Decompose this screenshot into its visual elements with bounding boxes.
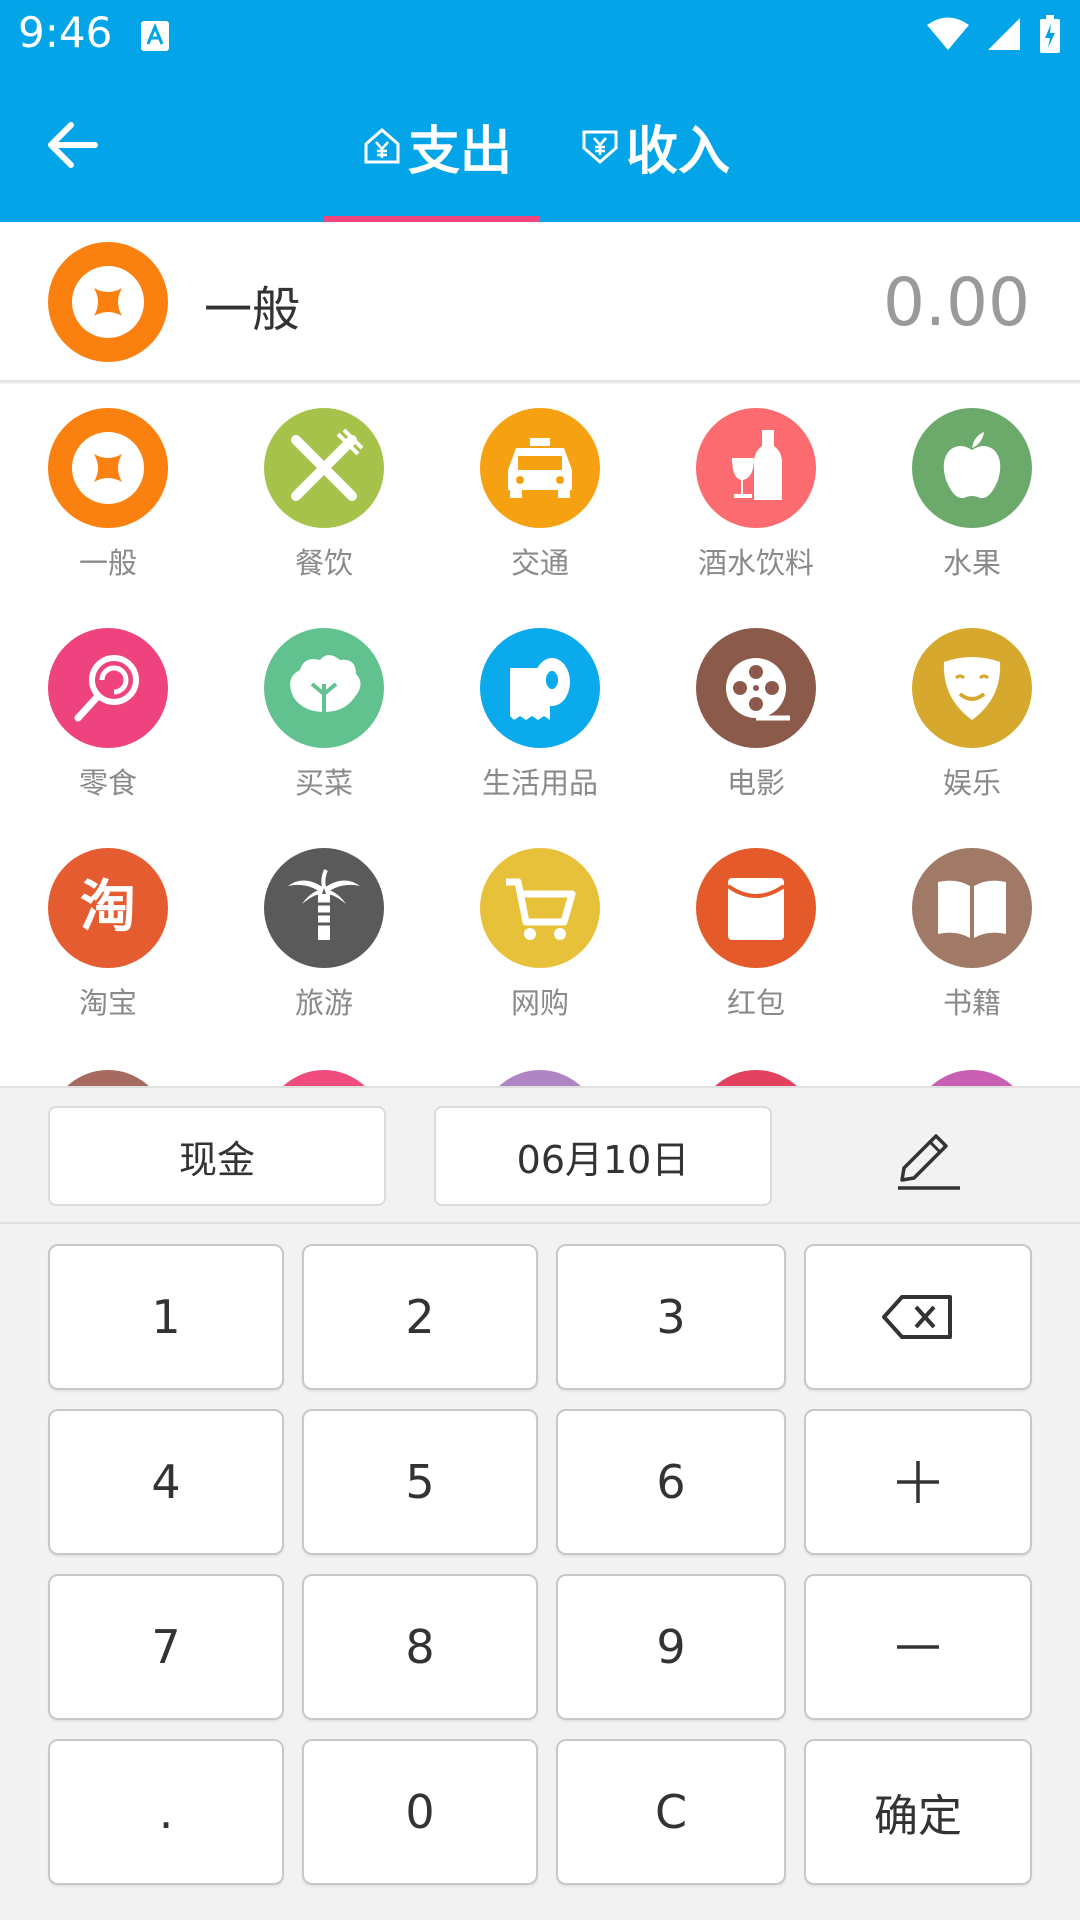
category-label: 淘宝 [78, 986, 137, 1020]
taobao-icon: 淘 [48, 848, 168, 968]
yen-tag-icon [582, 130, 618, 164]
category-item[interactable]: 买菜 [216, 604, 432, 804]
clear-key[interactable]: C [556, 1739, 786, 1885]
date-button[interactable]: 06月10日 [434, 1106, 772, 1206]
category-item-peek[interactable] [480, 1070, 600, 1086]
minus-key[interactable] [804, 1574, 1032, 1720]
category-item-peek[interactable] [696, 1070, 816, 1086]
category-label: 娱乐 [942, 766, 1001, 800]
key-0[interactable]: 0 [302, 1739, 538, 1885]
yen-house-icon [364, 128, 400, 164]
tab-income[interactable]: 收入 [580, 106, 730, 186]
category-item[interactable]: 红包 [648, 824, 864, 1024]
svg-text:淘: 淘 [80, 875, 136, 940]
amount-display: 0.00 [883, 264, 1030, 341]
category-item[interactable]: 一般 [0, 384, 216, 584]
wine-bottle-icon [696, 408, 816, 528]
cart-icon [480, 848, 600, 968]
cabbage-icon [264, 628, 384, 748]
mask-icon [912, 628, 1032, 748]
back-button[interactable] [40, 112, 106, 178]
key-6[interactable]: 6 [556, 1409, 786, 1555]
category-item[interactable]: 交通 [432, 384, 648, 584]
category-item[interactable]: 餐饮 [216, 384, 432, 584]
app-header: 9:46 支出 收入 [0, 0, 1080, 222]
key-2[interactable]: 2 [302, 1244, 538, 1390]
category-label: 交通 [510, 546, 569, 580]
category-item[interactable]: 旅游 [216, 824, 432, 1024]
palm-tree-icon [264, 848, 384, 968]
status-icons [926, 14, 1062, 54]
notification-a-icon [141, 21, 169, 51]
key-8[interactable]: 8 [302, 1574, 538, 1720]
book-icon [912, 848, 1032, 968]
minus-icon [897, 1645, 939, 1649]
lollipop-icon [48, 628, 168, 748]
category-label: 零食 [78, 766, 137, 800]
coin-icon [48, 242, 168, 362]
backspace-icon [882, 1295, 952, 1339]
tissue-roll-icon [480, 628, 600, 748]
confirm-button[interactable]: 确定 [804, 1739, 1032, 1885]
category-label: 水果 [942, 546, 1001, 580]
category-label: 电影 [726, 766, 785, 800]
apple-icon [912, 408, 1032, 528]
category-label: 书籍 [942, 986, 1001, 1020]
category-item[interactable]: 网购 [432, 824, 648, 1024]
tab-expense[interactable]: 支出 [362, 106, 512, 186]
category-item[interactable]: 电影 [648, 604, 864, 804]
wifi-icon [927, 17, 969, 50]
category-item-peek[interactable] [912, 1070, 1032, 1086]
category-label: 网购 [510, 986, 569, 1020]
pencil-icon [898, 1134, 960, 1190]
key-dot[interactable]: . [48, 1739, 284, 1885]
category-item[interactable]: 酒水饮料 [648, 384, 864, 584]
toolbar: 支出 收入 [0, 72, 1080, 222]
selected-category-row: 一般 0.00 [0, 222, 1080, 382]
key-3[interactable]: 3 [556, 1244, 786, 1390]
taxi-icon [480, 408, 600, 528]
category-label: 生活用品 [481, 766, 598, 800]
category-grid: 一般 餐饮 交通 酒水饮料 水果 零食 买菜 生活用品 电影 娱乐 淘 淘宝 旅… [0, 384, 1080, 1086]
backspace-key[interactable] [804, 1244, 1032, 1390]
key-4[interactable]: 4 [48, 1409, 284, 1555]
note-button[interactable] [880, 1124, 970, 1198]
category-label: 餐饮 [294, 546, 353, 580]
category-label: 旅游 [294, 986, 353, 1020]
info-bar: 现金 06月10日 [0, 1086, 1080, 1224]
key-5[interactable]: 5 [302, 1409, 538, 1555]
status-bar: 9:46 [0, 0, 1080, 72]
selected-category-name: 一般 [204, 282, 301, 338]
category-label: 酒水饮料 [697, 546, 814, 580]
plus-key[interactable] [804, 1409, 1032, 1555]
battery-icon [1040, 15, 1060, 53]
category-item-peek[interactable] [48, 1070, 168, 1086]
status-time: 9:46 [18, 8, 113, 57]
arrow-left-icon [48, 122, 98, 168]
category-item[interactable]: 零食 [0, 604, 216, 804]
signal-icon [988, 18, 1020, 50]
red-envelope-icon [696, 848, 816, 968]
key-1[interactable]: 1 [48, 1244, 284, 1390]
category-item[interactable]: 水果 [864, 384, 1080, 584]
key-9[interactable]: 9 [556, 1574, 786, 1720]
category-item[interactable]: 书籍 [864, 824, 1080, 1024]
account-button[interactable]: 现金 [48, 1106, 386, 1206]
coin-icon [48, 408, 168, 528]
plus-icon [897, 1461, 939, 1503]
fork-knife-icon [264, 408, 384, 528]
tab-expense-label: 支出 [408, 121, 513, 182]
keypad: 1 2 3 4 5 6 7 8 9 . 0 C 确定 [0, 1224, 1080, 1920]
key-7[interactable]: 7 [48, 1574, 284, 1720]
category-label: 红包 [726, 986, 785, 1020]
category-item-peek[interactable] [264, 1070, 384, 1086]
tab-income-label: 收入 [626, 121, 731, 182]
category-label: 买菜 [294, 766, 353, 800]
category-label: 一般 [78, 546, 137, 580]
category-item[interactable]: 娱乐 [864, 604, 1080, 804]
film-reel-icon [696, 628, 816, 748]
category-item[interactable]: 淘 淘宝 [0, 824, 216, 1024]
category-item[interactable]: 生活用品 [432, 604, 648, 804]
